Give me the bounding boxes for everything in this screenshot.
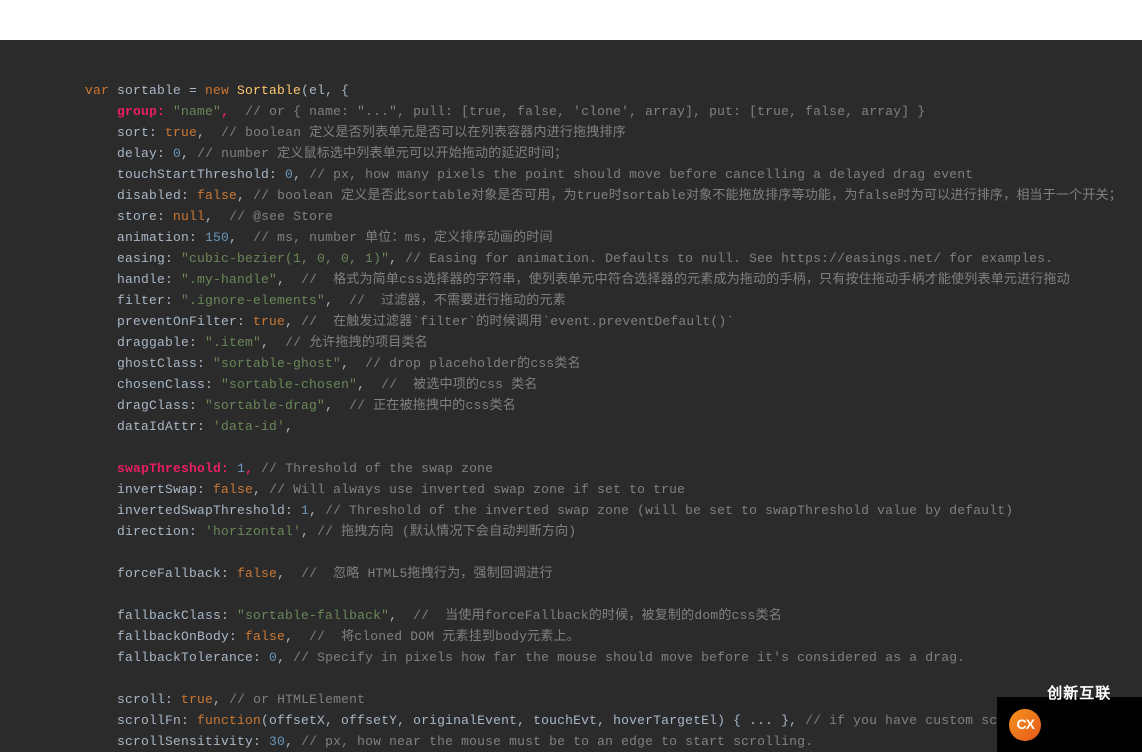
logo-icon: CX [1009,709,1041,741]
prop-disabled: disabled: [117,188,197,203]
prop-easing: easing: [117,251,181,266]
prop-group: group [117,104,157,119]
prop-dragClass: dragClass: [117,398,205,413]
prop-scrollFn: scrollFn: [117,713,197,728]
prop-fallbackClass: fallbackClass: [117,608,237,623]
prop-ghostClass: ghostClass: [117,356,213,371]
prop-filter: filter: [117,293,181,308]
prop-draggable: draggable: [117,335,205,350]
prop-scrollSensitivity: scrollSensitivity: [117,734,269,749]
prop-preventOnFilter: preventOnFilter: [117,314,253,329]
prop-direction: direction: [117,524,205,539]
prop-sort: sort: [117,125,165,140]
prop-chosenClass: chosenClass: [117,377,221,392]
prop-animation: animation: [117,230,205,245]
prop-store: store: [117,209,173,224]
prop-swapThreshold: swapThreshold [117,461,221,476]
logo-text-wrap: 创新互联 CHUANG XIN HU LIAN [1047,641,1130,752]
prop-invertedSwapThreshold: invertedSwapThreshold: [117,503,301,518]
prop-handle: handle: [117,272,181,287]
prop-fallbackTolerance: fallbackTolerance: [117,650,269,665]
prop-delay: delay: [117,146,173,161]
logo-sub-text: CHUANG XIN HU LIAN [1047,746,1130,752]
prop-fallbackOnBody: fallbackOnBody: [117,629,245,644]
prop-touchStartThreshold: touchStartThreshold: [117,167,285,182]
top-whitespace [0,0,1142,40]
prop-invertSwap: invertSwap: [117,482,213,497]
prop-dataIdAttr: dataIdAttr: [117,419,213,434]
keyword-var: var [85,83,109,98]
logo-watermark: CX 创新互联 CHUANG XIN HU LIAN [997,697,1142,752]
logo-main-text: 创新互联 [1047,683,1130,704]
prop-forceFallback: forceFallback: [117,566,237,581]
prop-scroll: scroll: [117,692,181,707]
code-block: var sortable = new Sortable(el, { group:… [0,40,1142,752]
